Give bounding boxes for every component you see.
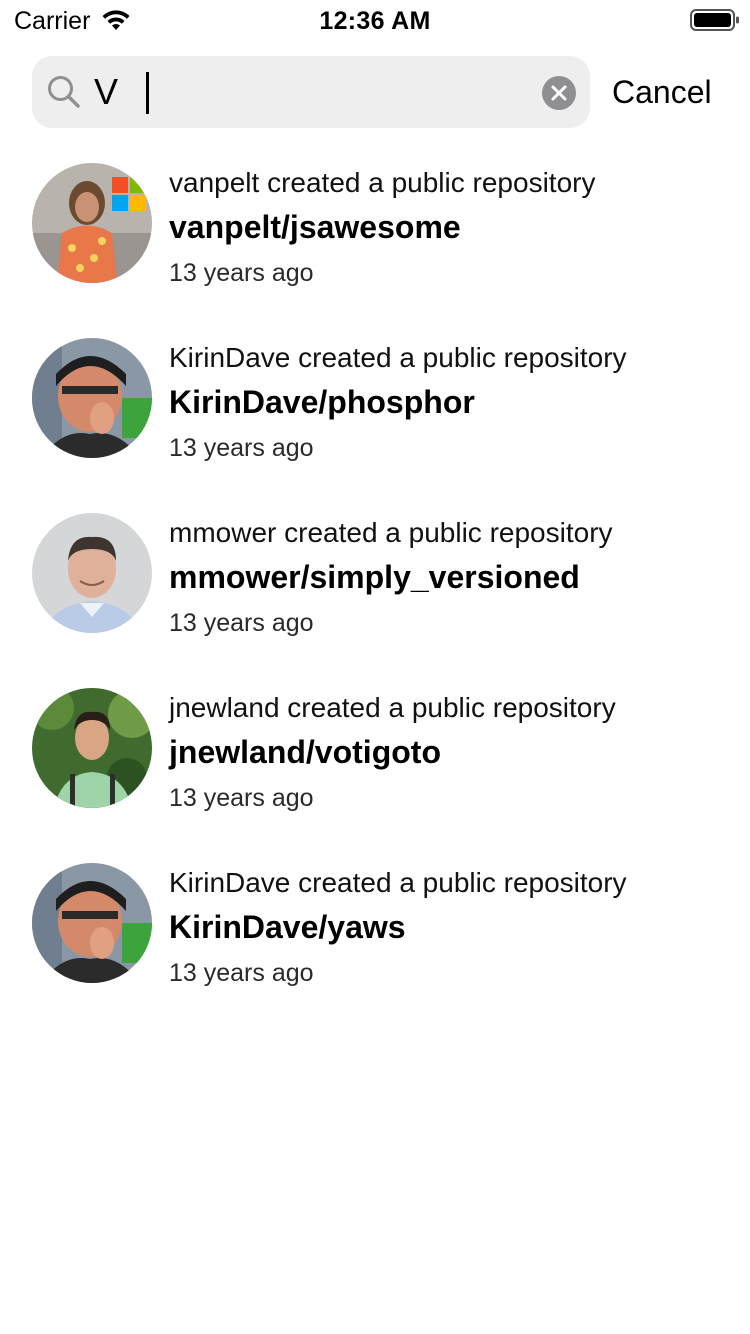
row-text: KirinDave created a public repository Ki…: [169, 338, 739, 470]
text-caret: [146, 72, 149, 114]
repo-name[interactable]: vanpelt/jsawesome: [169, 203, 739, 251]
search-icon: [48, 76, 80, 108]
status-time: 12:36 AM: [319, 7, 431, 35]
time-ago: 13 years ago: [169, 784, 314, 812]
row-text: vanpelt created a public repository vanp…: [169, 163, 739, 295]
battery-full-icon: [690, 9, 739, 31]
avatar[interactable]: [32, 688, 152, 808]
row-text: KirinDave created a public repository Ki…: [169, 863, 739, 995]
time-ago: 13 years ago: [169, 609, 314, 637]
list-item[interactable]: KirinDave created a public repository Ki…: [0, 863, 750, 1038]
action-text: mmower created a public repository: [169, 517, 613, 548]
action-text: jnewland created a public repository: [169, 692, 616, 723]
screen: Carrier 12:36 AM Cancel: [0, 0, 750, 1334]
row-text: jnewland created a public repository jne…: [169, 688, 739, 820]
list-item[interactable]: vanpelt created a public repository vanp…: [0, 163, 750, 338]
time-ago: 13 years ago: [169, 259, 314, 287]
repo-name[interactable]: jnewland/votigoto: [169, 728, 739, 776]
list-item[interactable]: KirinDave created a public repository Ki…: [0, 338, 750, 513]
avatar[interactable]: [32, 513, 152, 633]
row-text: mmower created a public repository mmowe…: [169, 513, 739, 645]
avatar[interactable]: [32, 163, 152, 283]
repo-name[interactable]: KirinDave/phosphor: [169, 378, 739, 426]
repo-name[interactable]: KirinDave/yaws: [169, 903, 739, 951]
search-input[interactable]: [94, 68, 524, 116]
avatar[interactable]: [32, 863, 152, 983]
status-bar: Carrier 12:36 AM: [0, 0, 750, 40]
time-ago: 13 years ago: [169, 434, 314, 462]
time-ago: 13 years ago: [169, 959, 314, 987]
action-text: KirinDave created a public repository: [169, 342, 627, 373]
avatar[interactable]: [32, 338, 152, 458]
list-item[interactable]: mmower created a public repository mmowe…: [0, 513, 750, 688]
results-list: vanpelt created a public repository vanp…: [0, 163, 750, 1038]
cancel-button[interactable]: Cancel: [612, 70, 712, 114]
clear-icon[interactable]: [542, 76, 576, 110]
repo-name[interactable]: mmower/simply_versioned: [169, 553, 739, 601]
action-text: KirinDave created a public repository: [169, 867, 627, 898]
search-field[interactable]: [32, 56, 590, 128]
list-item[interactable]: jnewland created a public repository jne…: [0, 688, 750, 863]
action-text: vanpelt created a public repository: [169, 167, 596, 198]
